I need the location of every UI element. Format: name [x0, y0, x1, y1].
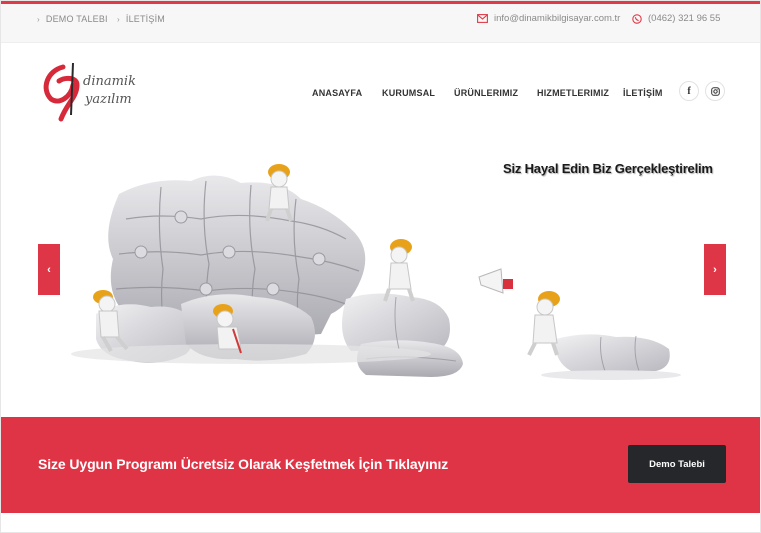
- nav-item-products[interactable]: ÜRÜNLERIMIZ: [454, 88, 518, 98]
- facebook-icon: f: [687, 85, 691, 97]
- demo-request-button[interactable]: Demo Talebi: [628, 445, 726, 483]
- topbar-phone[interactable]: (0462) 321 96 55: [632, 13, 720, 24]
- svg-text:yazılım: yazılım: [84, 92, 132, 107]
- facebook-button[interactable]: f: [679, 81, 699, 101]
- email-text: info@dinamikbilgisayar.com.tr: [494, 13, 621, 24]
- topbar-link-demo[interactable]: › DEMO TALEBI: [37, 14, 108, 24]
- puzzle-team-illustration: [71, 164, 681, 380]
- brand-logo[interactable]: dinamik yazılım: [37, 55, 147, 125]
- whatsapp-icon: [632, 13, 642, 24]
- dinamik-yazilim-logo: dinamik yazılım: [43, 62, 136, 122]
- nav-item-corporate[interactable]: KURUMSAL: [382, 88, 435, 98]
- chevron-left-icon: ‹: [47, 263, 51, 276]
- slider-caption: Siz Hayal Edin Biz Gerçekleştirelim: [503, 161, 713, 176]
- page-bottom: [1, 513, 760, 532]
- nav-item-home[interactable]: ANASAYFA: [312, 88, 362, 98]
- cta-text: Size Uygun Programı Ücretsiz Olarak Keşf…: [38, 456, 449, 472]
- topbar-email[interactable]: info@dinamikbilgisayar.com.tr: [477, 13, 620, 24]
- hero-slider: [1, 139, 760, 416]
- phone-text: (0462) 321 96 55: [648, 13, 721, 24]
- topbar-link-label: İLETİŞİM: [125, 14, 165, 24]
- chevron-right-icon: ›: [117, 14, 120, 24]
- svg-text:dinamik: dinamik: [83, 74, 136, 89]
- topbar-link-contact[interactable]: › İLETİŞİM: [117, 14, 165, 24]
- chevron-right-icon: ›: [713, 263, 717, 276]
- envelope-icon: [477, 14, 488, 23]
- slider-next-button[interactable]: ›: [704, 244, 726, 295]
- instagram-icon: [710, 86, 720, 96]
- topbar-link-label: DEMO TALEBI: [45, 14, 108, 24]
- slider-prev-button[interactable]: ‹: [38, 244, 60, 295]
- page-frame: › DEMO TALEBI › İLETİŞİM info@dinamikbil…: [0, 0, 761, 533]
- instagram-button[interactable]: [705, 81, 725, 101]
- nav-item-contact[interactable]: İLETİŞİM: [623, 88, 663, 98]
- nav-item-services[interactable]: HIZMETLERIMIZ: [537, 88, 609, 98]
- chevron-right-icon: ›: [37, 14, 40, 24]
